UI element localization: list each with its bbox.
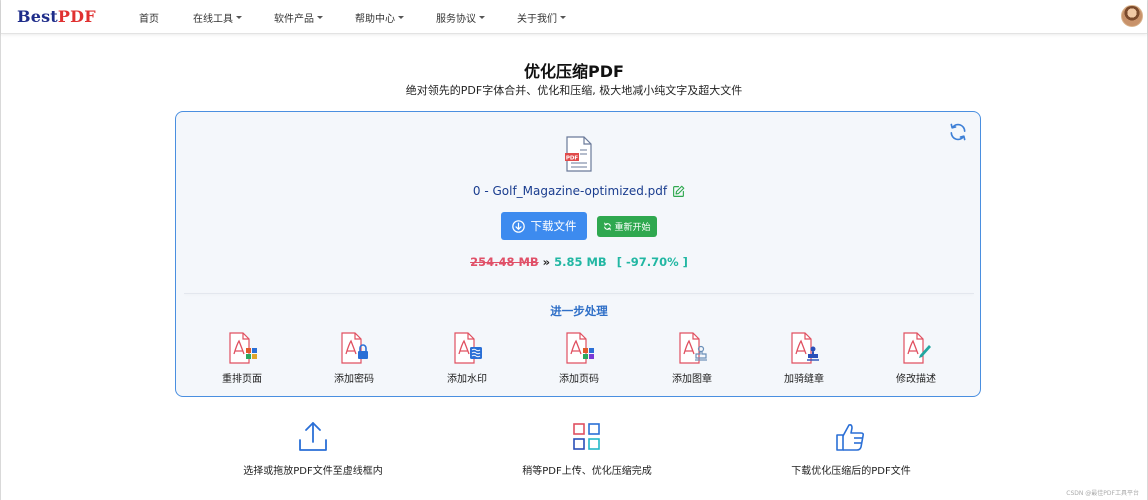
nav-menu: 首页 在线工具 软件产品 帮助中心 服务协议 关于我们 bbox=[139, 0, 598, 34]
step-label: 下载优化压缩后的PDF文件 bbox=[791, 466, 911, 477]
step-download: 下载优化压缩后的PDF文件 bbox=[741, 420, 961, 477]
add-page-number-icon bbox=[566, 332, 594, 364]
size-info: 254.48 MB » 5.85 MB [ -97.70% ] bbox=[176, 255, 982, 269]
add-watermark-icon bbox=[454, 332, 482, 364]
tool-edit-description[interactable]: 修改描述 bbox=[876, 332, 956, 385]
reorder-pages-icon bbox=[229, 332, 257, 364]
user-avatar[interactable] bbox=[1121, 5, 1143, 27]
restart-icon bbox=[604, 222, 612, 230]
download-icon bbox=[512, 219, 526, 233]
grid-icon bbox=[573, 423, 600, 450]
tool-add-password[interactable]: 添加密码 bbox=[314, 332, 394, 385]
tool-label: 添加页码 bbox=[559, 374, 599, 385]
tool-label: 修改描述 bbox=[896, 374, 936, 385]
action-buttons: 下载文件 重新开始 bbox=[176, 212, 982, 240]
caret-down-icon bbox=[560, 16, 566, 19]
logo[interactable]: BestPDF bbox=[17, 7, 96, 26]
nav-item-home[interactable]: 首页 bbox=[139, 10, 193, 25]
tool-reorder-pages[interactable]: 重排页面 bbox=[202, 332, 282, 385]
nav-item-about[interactable]: 关于我们 bbox=[517, 10, 598, 25]
pdf-file-label: PDF bbox=[566, 156, 579, 162]
pdf-file-icon: PDF bbox=[565, 136, 592, 172]
tool-label: 重排页面 bbox=[222, 374, 262, 385]
nav-label: 帮助中心 bbox=[355, 13, 395, 25]
size-separator: » bbox=[542, 255, 551, 269]
add-password-icon bbox=[341, 332, 368, 364]
result-card: PDF 0 - Golf_Magazine-optimized.pdf 下载文件 bbox=[175, 111, 981, 397]
download-button[interactable]: 下载文件 bbox=[501, 212, 588, 240]
tool-label: 添加水印 bbox=[447, 374, 487, 385]
navbar: BestPDF 首页 在线工具 软件产品 帮助中心 服务协议 关于我们 bbox=[1, 0, 1147, 34]
step-label: 稍等PDF上传、优化压缩完成 bbox=[522, 466, 652, 477]
edit-description-icon bbox=[903, 332, 931, 364]
tool-label: 添加图章 bbox=[672, 374, 712, 385]
page-subtitle: 绝对领先的PDF字体合并、优化和压缩, 极大地减小纯文字及超大文件 bbox=[405, 84, 743, 97]
add-stamp-icon bbox=[679, 332, 707, 364]
tool-label: 添加密码 bbox=[334, 374, 374, 385]
page: BestPDF 首页 在线工具 软件产品 帮助中心 服务协议 关于我们 优化压缩… bbox=[0, 0, 1148, 500]
step-wait: 稍等PDF上传、优化压缩完成 bbox=[477, 420, 697, 477]
nav-label: 在线工具 bbox=[193, 13, 233, 25]
file-name: 0 - Golf_Magazine-optimized.pdf bbox=[472, 184, 668, 198]
restart-button[interactable]: 重新开始 bbox=[597, 215, 657, 237]
nav-item-software[interactable]: 软件产品 bbox=[274, 10, 355, 25]
filename-row: 0 - Golf_Magazine-optimized.pdf bbox=[176, 184, 982, 198]
refresh-icon[interactable] bbox=[948, 122, 968, 142]
add-seam-stamp-icon bbox=[791, 332, 819, 364]
divider bbox=[184, 293, 974, 294]
tool-list: 重排页面 添加密码 添加水印 添加页码 添加图章 加骑缝章 修改描述 bbox=[176, 332, 982, 392]
logo-pdf: PDF bbox=[57, 7, 96, 26]
caret-down-icon bbox=[479, 16, 485, 19]
watermark: CSDN @最佳PDF工具平台 bbox=[1066, 490, 1139, 497]
nav-label: 服务协议 bbox=[436, 13, 476, 25]
caret-down-icon bbox=[317, 16, 323, 19]
nav-item-help[interactable]: 帮助中心 bbox=[355, 10, 436, 25]
original-size: 254.48 MB bbox=[470, 255, 539, 269]
compressed-size: 5.85 MB bbox=[554, 255, 607, 269]
further-processing-title: 进一步处理 bbox=[550, 304, 608, 318]
nav-item-online-tools[interactable]: 在线工具 bbox=[193, 10, 274, 25]
tool-label: 加骑缝章 bbox=[784, 374, 824, 385]
tool-add-watermark[interactable]: 添加水印 bbox=[427, 332, 507, 385]
edit-icon[interactable] bbox=[672, 185, 685, 198]
caret-down-icon bbox=[398, 16, 404, 19]
caret-down-icon bbox=[236, 16, 242, 19]
restart-label: 重新开始 bbox=[614, 222, 651, 233]
tool-add-stamp[interactable]: 添加图章 bbox=[652, 332, 732, 385]
logo-best: Best bbox=[17, 7, 58, 26]
step-upload: 选择或拖放PDF文件至虚线框内 bbox=[203, 420, 423, 477]
tool-add-page-number[interactable]: 添加页码 bbox=[539, 332, 619, 385]
nav-label: 关于我们 bbox=[517, 13, 557, 25]
page-title: 优化压缩PDF bbox=[524, 62, 624, 81]
step-label: 选择或拖放PDF文件至虚线框内 bbox=[243, 466, 383, 477]
nav-label: 首页 bbox=[139, 13, 159, 25]
download-label: 下载文件 bbox=[530, 219, 577, 233]
tool-add-seam-stamp[interactable]: 加骑缝章 bbox=[764, 332, 844, 385]
upload-icon bbox=[299, 422, 327, 451]
nav-item-terms[interactable]: 服务协议 bbox=[436, 10, 517, 25]
thumbs-up-icon bbox=[836, 424, 865, 451]
nav-label: 软件产品 bbox=[274, 13, 314, 25]
reduction-percent: [ -97.70% ] bbox=[616, 255, 688, 269]
